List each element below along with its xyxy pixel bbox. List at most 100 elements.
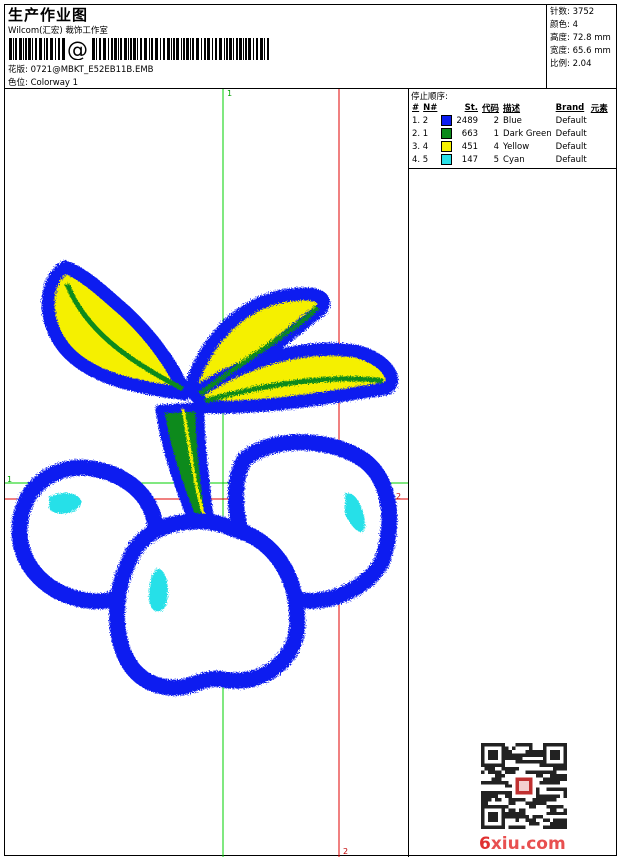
design-file: 0721@MBKT_E52EB11B.EMB <box>30 65 154 75</box>
qr-module <box>560 825 564 829</box>
qr-module <box>560 767 564 771</box>
legend-code: 1 <box>493 128 500 139</box>
qr-module <box>536 787 540 792</box>
qr-module <box>505 804 509 809</box>
page-title: 生产作业图 <box>8 6 89 24</box>
barcode-bar <box>114 38 117 60</box>
qr-module <box>556 825 561 829</box>
axis-label-bottom: 2 <box>343 847 349 856</box>
barcode-bar <box>207 38 210 60</box>
col-st: St. <box>464 102 479 113</box>
qr-module <box>508 798 512 802</box>
barcode-bar <box>50 38 53 60</box>
qr-module <box>487 770 492 774</box>
barcode-bar <box>128 38 129 60</box>
qr-module <box>522 811 526 816</box>
qr-module <box>505 815 509 819</box>
legend-row: 4. 5 147 5 Cyan Default <box>410 153 610 166</box>
qr-module <box>511 756 516 761</box>
qr-module <box>491 794 495 799</box>
color-swatch <box>441 128 453 139</box>
qr-module <box>481 770 485 774</box>
barcode-bar <box>243 38 244 60</box>
color-swatch <box>441 115 453 126</box>
barcode-bar <box>192 38 194 60</box>
barcode-bar <box>15 38 17 60</box>
barcode-bar <box>96 38 97 60</box>
legend-idx: 4. 5 <box>412 154 429 165</box>
qr-module <box>563 787 567 792</box>
barcode-bar <box>9 38 12 60</box>
qr-module <box>529 746 533 750</box>
qr-module <box>529 770 533 774</box>
barcode-bar <box>118 38 119 60</box>
qr-module <box>522 808 526 812</box>
barcode-bar <box>190 38 191 60</box>
qr-module <box>508 808 512 812</box>
barcode-bar <box>224 38 225 60</box>
qr-module <box>556 804 561 809</box>
qr-module <box>511 811 516 816</box>
qr-module <box>539 749 543 754</box>
legend-element <box>589 127 610 140</box>
qr-module <box>522 743 526 747</box>
qr-module <box>508 753 512 757</box>
qr-module <box>515 815 519 819</box>
qr-module <box>487 780 492 785</box>
qr-module <box>553 811 557 816</box>
qr-module <box>563 811 567 816</box>
qr-module <box>539 763 543 768</box>
qr-module <box>515 825 519 829</box>
legend-element <box>589 140 610 153</box>
barcode-bar <box>256 38 258 60</box>
design-label: 花版: <box>8 65 28 75</box>
barcode-bar <box>92 38 95 60</box>
barcode-bar <box>13 38 14 60</box>
stat-colors: 颜色: 4 <box>550 20 578 30</box>
qr-module <box>508 801 512 805</box>
qr-module <box>553 825 557 829</box>
qr-module <box>532 798 537 802</box>
qr-module <box>556 787 561 792</box>
qr-module <box>511 808 516 812</box>
legend-idx: 3. 4 <box>412 141 429 152</box>
watermark-prefix: 6 <box>479 834 491 854</box>
qr-module <box>556 773 561 778</box>
qr-module <box>563 773 567 778</box>
qr-module <box>491 780 495 785</box>
barcode-bar <box>201 38 202 60</box>
qr-module <box>494 777 499 781</box>
barcode-bar <box>35 38 37 60</box>
qr-module <box>515 798 519 802</box>
legend-desc: Dark Green <box>503 128 552 139</box>
qr-module <box>560 787 564 792</box>
qr-module <box>525 743 530 747</box>
qr-module <box>505 767 509 771</box>
qr-module <box>522 815 526 819</box>
qr-module <box>529 749 533 754</box>
col-brand: Brand <box>555 102 585 113</box>
barcode-bar <box>23 38 24 60</box>
qr-module <box>532 815 537 819</box>
barcode-bar <box>264 38 265 60</box>
qr-module <box>556 822 561 826</box>
qr-module <box>553 808 557 812</box>
qr-module <box>549 798 554 802</box>
legend-element <box>589 153 610 166</box>
axis-label-right: 2 <box>396 492 402 501</box>
qr-module <box>491 767 495 771</box>
qr-module <box>529 743 533 747</box>
barcode-bar <box>163 38 165 60</box>
qr-module <box>563 794 567 799</box>
header: 生产作业图 Wilcom(汇宏) 裁饰工作室 @ 花版: 0721@MBKT_E… <box>5 5 616 89</box>
qr-module <box>549 804 554 809</box>
colorway-label: 色位: <box>8 78 28 88</box>
qr-module <box>542 770 547 774</box>
barcode-bar <box>108 38 109 60</box>
qr-module <box>539 770 543 774</box>
qr-module <box>546 811 550 816</box>
qr-module <box>532 749 537 754</box>
qr-module <box>481 798 485 802</box>
barcode-bar <box>219 38 222 60</box>
barcode-bar <box>120 38 122 60</box>
